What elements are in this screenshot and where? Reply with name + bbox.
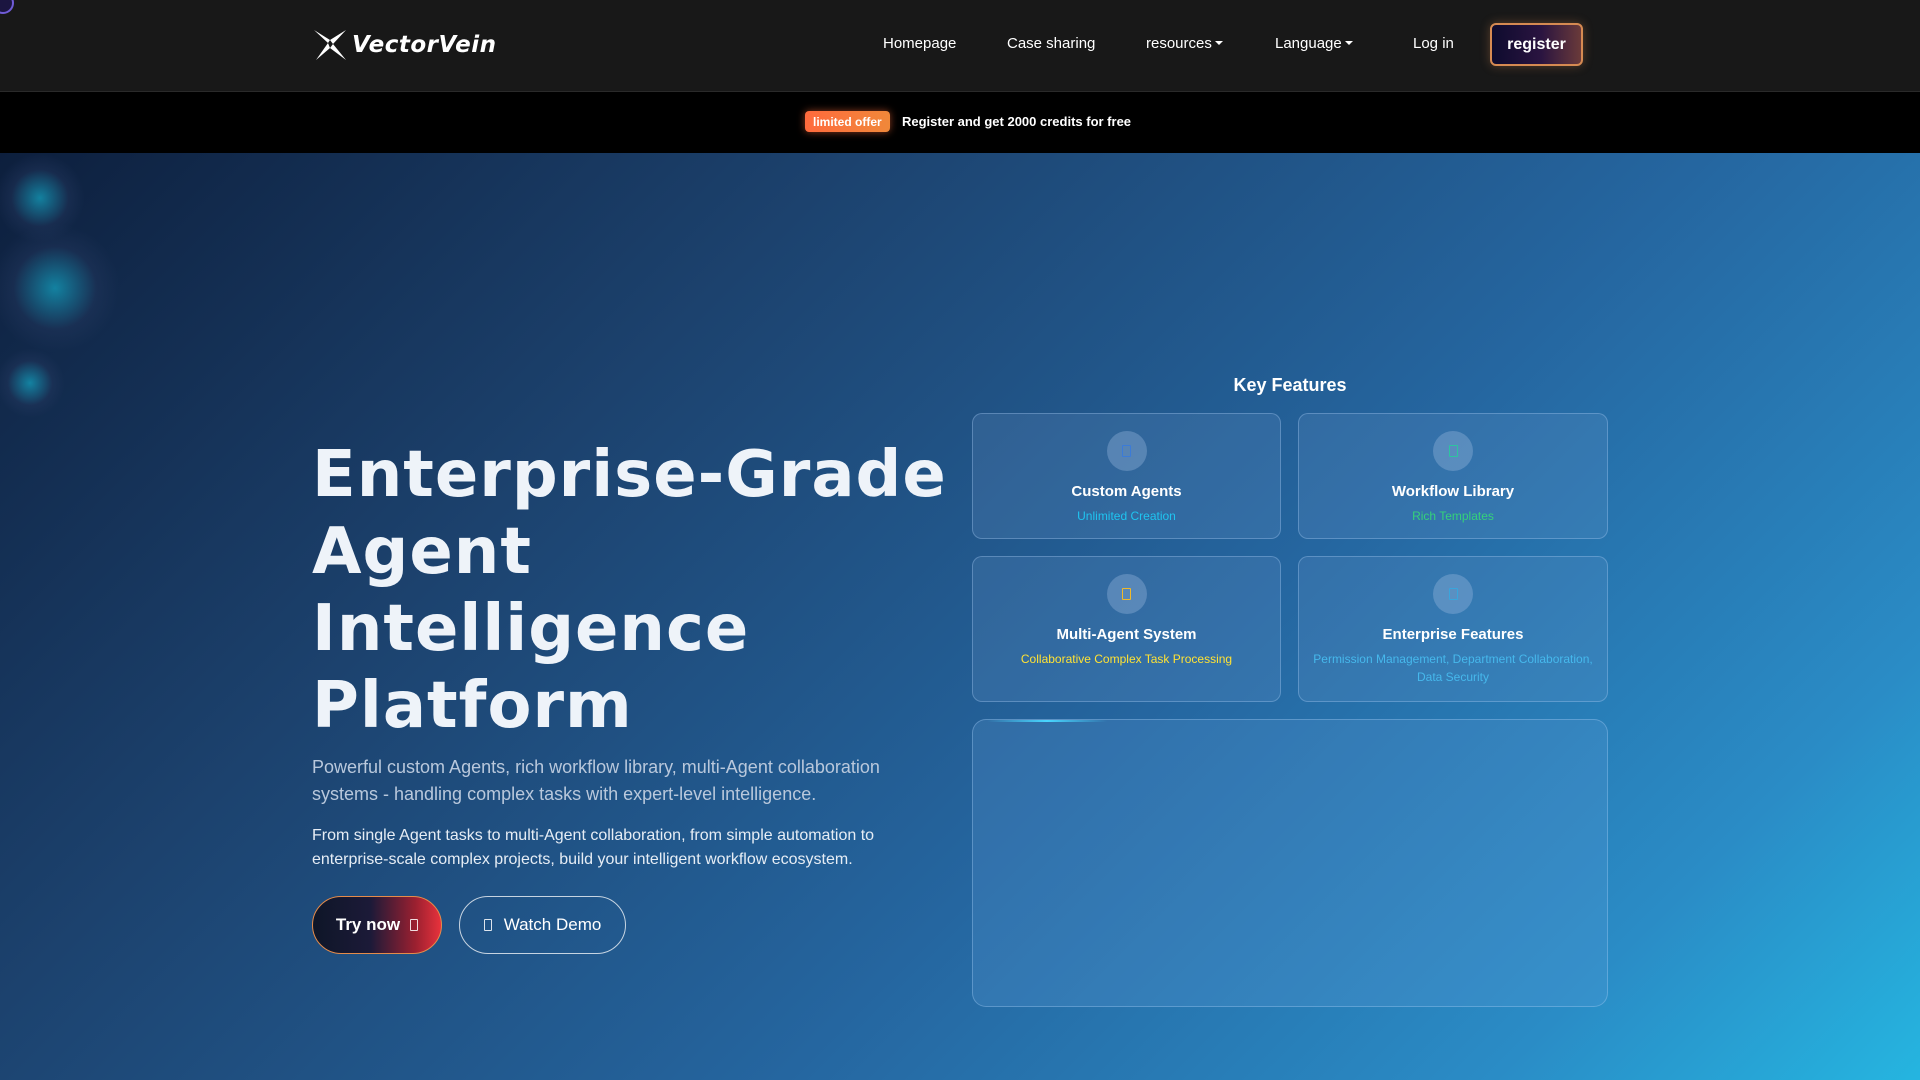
feature-card-multi-agent-system[interactable]: Multi-Agent System Collaborative Complex…	[972, 556, 1281, 702]
try-now-button[interactable]: Try now	[312, 896, 442, 954]
feature-card-title: Custom Agents	[1071, 483, 1182, 500]
watch-demo-button[interactable]: Watch Demo	[459, 896, 626, 954]
feature-card-subtitle: Unlimited Creation	[1077, 509, 1176, 523]
nav-resources-label: resources	[1146, 35, 1212, 52]
feature-card-subtitle: Collaborative Complex Task Processing	[1020, 652, 1233, 666]
arrow-right-icon	[410, 919, 419, 931]
chevron-down-icon	[1344, 41, 1353, 45]
feature-card-subtitle: Permission Management, Department Collab…	[1313, 652, 1593, 684]
workflow-icon	[1433, 431, 1473, 471]
hero-title-line: Intelligence	[312, 592, 750, 666]
nav-case-sharing[interactable]: Case sharing	[1007, 35, 1095, 52]
nav-homepage[interactable]: Homepage	[883, 35, 956, 52]
feature-card-title: Multi-Agent System	[1056, 626, 1197, 643]
enterprise-icon	[1433, 574, 1473, 614]
top-navbar: VectorVein Homepage Case sharing resourc…	[0, 0, 1920, 92]
hero-title: Enterprise-Grade Agent Intelligence Plat…	[312, 437, 952, 745]
feature-card-title: Workflow Library	[1391, 483, 1515, 500]
register-button[interactable]: register	[1490, 23, 1583, 66]
hero-title-line: Platform	[312, 669, 633, 743]
hero-subtitle: Powerful custom Agents, rich workflow li…	[312, 757, 880, 804]
try-now-label: Try now	[335, 915, 401, 934]
feature-card-subtitle: Rich Templates	[1412, 509, 1494, 523]
nav-resources-dropdown[interactable]: resources	[1146, 35, 1223, 52]
feature-card-custom-agents[interactable]: Custom Agents Unlimited Creation	[972, 413, 1281, 539]
nav-language-label: Language	[1275, 35, 1342, 52]
watch-demo-label: Watch Demo	[503, 915, 602, 934]
feature-preview-panel	[972, 719, 1608, 1007]
hero-title-line: Enterprise-Grade	[312, 438, 947, 512]
panel-highlight	[987, 720, 1107, 722]
nav-login[interactable]: Log in	[1413, 35, 1454, 52]
key-features-title: Key Features	[1233, 375, 1347, 395]
page: VectorVein Homepage Case sharing resourc…	[0, 0, 1920, 1080]
decorative-orb	[0, 223, 120, 353]
hero-title-line: Agent	[312, 515, 532, 589]
play-icon	[483, 919, 492, 931]
feature-card-title: Enterprise Features	[1382, 626, 1524, 643]
feature-card-enterprise-features[interactable]: Enterprise Features Permission Managemen…	[1298, 556, 1608, 702]
nav-language-dropdown[interactable]: Language	[1275, 35, 1353, 52]
promo-text[interactable]: Register and get 2000 credits for free	[902, 114, 1131, 129]
chevron-down-icon	[1214, 41, 1223, 45]
hero-description: From single Agent tasks to multi-Agent c…	[312, 827, 875, 868]
limited-offer-badge: limited offer	[805, 111, 890, 132]
decorative-orb	[0, 348, 65, 418]
hero-section: Enterprise-Grade Agent Intelligence Plat…	[0, 153, 1920, 1080]
promo-banner: limited offer Register and get 2000 cred…	[0, 92, 1920, 153]
feature-card-workflow-library[interactable]: Workflow Library Rich Templates	[1298, 413, 1608, 539]
multi-agent-icon	[1106, 574, 1147, 614]
main-nav: Homepage Case sharing resources Language…	[0, 0, 1920, 92]
agent-icon	[1106, 431, 1147, 471]
